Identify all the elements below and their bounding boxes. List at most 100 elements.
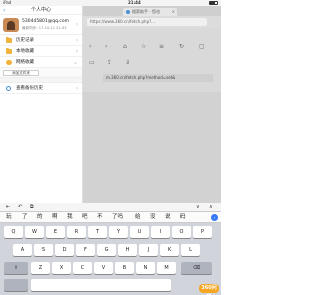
user-center-panel: ‹ 个人中心 530445801@qq.com 最新同步: 17-10-11 2… [0, 6, 83, 203]
page-content [83, 92, 221, 203]
shift-key[interactable]: ⇧ [4, 262, 28, 274]
favicon-icon [126, 10, 130, 14]
keyboard: ⇤ ↶ ⧉ ∨ ∧ 玩 了 的 啊 我 吧 不 了吗 给 没 说 码 › Q W… [0, 203, 221, 295]
back-icon[interactable]: ‹ [89, 44, 95, 50]
key-v[interactable]: V [94, 262, 113, 274]
candidate-word[interactable]: 了 [22, 212, 28, 223]
candidate-word[interactable]: 玩 [6, 212, 12, 223]
key-q[interactable]: Q [4, 226, 23, 238]
key-x[interactable]: X [52, 262, 71, 274]
key-s[interactable]: S [34, 244, 53, 256]
chevron-left-icon[interactable]: ‹ [3, 6, 5, 15]
menu-item-local-favorites[interactable]: 本地收藏 › [0, 46, 82, 57]
key-i[interactable]: I [151, 226, 170, 238]
browser-window: 搜索助手 - 您也 × https://www.360.cn/fetch.php… [83, 6, 221, 203]
key-p[interactable]: P [193, 226, 212, 238]
key-u[interactable]: U [130, 226, 149, 238]
paste-icon[interactable]: ⧉ [30, 204, 34, 211]
user-profile[interactable]: 530445801@qq.com 最新同步: 17-10-11 21:43 › [0, 15, 82, 35]
address-bar[interactable]: https://www.360.cn/fetch.php?... [87, 18, 207, 26]
chevron-up-icon[interactable]: ∧ [209, 204, 213, 211]
candidate-word[interactable]: 没 [150, 212, 156, 223]
action-row: 添加文件夹 [0, 68, 82, 78]
menu-item-label: 历史记录 [16, 38, 34, 43]
browser-icon-row-2: ▭ ⇪ ⇓ [83, 60, 221, 70]
key-g[interactable]: G [97, 244, 116, 256]
watermark-logo: 360问答 [199, 284, 219, 295]
candidate-word[interactable]: 了吗 [112, 212, 123, 223]
key-a[interactable]: A [13, 244, 32, 256]
keyboard-toolbar: ⇤ ↶ ⧉ ∨ ∧ [0, 203, 221, 212]
key-h[interactable]: H [118, 244, 137, 256]
battery-icon [209, 1, 218, 5]
key-y[interactable]: Y [109, 226, 128, 238]
key-w[interactable]: W [25, 226, 44, 238]
menu-item-network-favorites[interactable]: 网络收藏 ⌄ [0, 57, 82, 68]
user-email: 530445801@qq.com [22, 19, 70, 24]
numbers-key[interactable] [4, 279, 28, 291]
candidate-word[interactable]: 啊 [52, 212, 58, 223]
key-j[interactable]: J [139, 244, 158, 256]
forward-icon[interactable]: › [105, 44, 111, 50]
menu-icon[interactable]: ≡ [159, 44, 165, 50]
menu-item-label: 网络收藏 [16, 60, 34, 65]
browser-toolbar: https://www.360.cn/fetch.php?... [83, 16, 221, 28]
chevron-right-icon: › [75, 48, 78, 55]
redo-icon[interactable]: ↶ [18, 204, 22, 211]
candidate-word[interactable]: 吧 [82, 212, 88, 223]
chevron-down-icon: ⌄ [72, 59, 78, 66]
undo-icon[interactable]: ⇤ [6, 204, 10, 211]
key-o[interactable]: O [172, 226, 191, 238]
chevron-right-icon: › [75, 37, 78, 44]
key-t[interactable]: T [88, 226, 107, 238]
key-b[interactable]: B [115, 262, 134, 274]
refresh-icon[interactable]: ↻ [179, 44, 185, 50]
panel-header: ‹ 个人中心 [0, 6, 82, 15]
folder-icon [6, 37, 12, 43]
candidate-word[interactable]: 给 [135, 212, 141, 223]
candidate-word[interactable]: 说 [165, 212, 171, 223]
menu-item-backup-history[interactable]: 查看备份历史 › [0, 83, 82, 94]
add-folder-button[interactable]: 添加文件夹 [3, 70, 39, 76]
key-d[interactable]: D [55, 244, 74, 256]
candidate-word[interactable]: 码 [180, 212, 186, 223]
menu-item-label: 查看备份历史 [16, 86, 43, 91]
key-m[interactable]: M [157, 262, 176, 274]
star-icon[interactable]: ☆ [141, 44, 147, 50]
close-icon[interactable]: × [172, 8, 175, 16]
folder-icon [6, 48, 12, 54]
key-e[interactable]: E [46, 226, 65, 238]
clock-icon [6, 86, 11, 91]
home-icon[interactable]: ⌂ [123, 44, 129, 50]
download-icon[interactable]: ⇓ [125, 60, 131, 66]
menu-item-label: 本地收藏 [16, 49, 34, 54]
tabs-icon[interactable]: ▢ [199, 44, 205, 50]
key-r[interactable]: R [67, 226, 86, 238]
share-icon[interactable]: ⇪ [107, 60, 113, 66]
chevron-right-icon: › [75, 85, 78, 92]
key-z[interactable]: Z [31, 262, 50, 274]
candidate-bar: 玩 了 的 啊 我 吧 不 了吗 给 没 说 码 › [0, 212, 221, 223]
candidate-word[interactable]: 我 [67, 212, 73, 223]
tab-title: 搜索助手 - 您也 [132, 9, 160, 14]
cloud-icon [6, 60, 12, 65]
candidate-word[interactable]: 不 [97, 212, 103, 223]
page-url-text: m.360.cn/fetch.php?method=set& [103, 74, 213, 82]
key-l[interactable]: L [181, 244, 200, 256]
candidate-word[interactable]: 的 [37, 212, 43, 223]
key-k[interactable]: K [160, 244, 179, 256]
panel-title: 个人中心 [30, 7, 51, 13]
key-n[interactable]: N [136, 262, 155, 274]
key-c[interactable]: C [73, 262, 92, 274]
bookmark-icon[interactable]: ▭ [89, 60, 95, 66]
browser-tab[interactable]: 搜索助手 - 您也 × [123, 8, 177, 16]
browser-icon-row: ‹ › ⌂ ☆ ≡ ↻ ▢ [83, 44, 221, 54]
chevron-right-icon: › [75, 21, 78, 28]
menu-item-history[interactable]: 历史记录 › [0, 35, 82, 46]
backspace-key[interactable]: ⌫ [181, 262, 212, 274]
chevron-down-icon[interactable]: ∨ [196, 204, 200, 211]
key-f[interactable]: F [76, 244, 95, 256]
expand-candidates-button[interactable]: › [211, 214, 218, 221]
space-key[interactable] [31, 279, 171, 291]
sync-time: 最新同步: 17-10-11 21:43 [22, 26, 67, 30]
